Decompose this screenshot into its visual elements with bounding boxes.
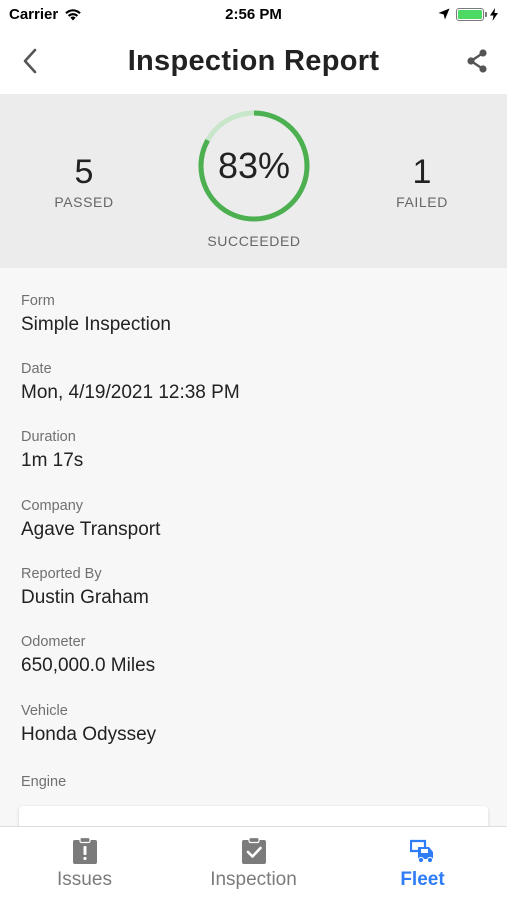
succeeded-label: SUCCEEDED: [207, 233, 301, 249]
field-duration: Duration 1m 17s: [21, 428, 481, 474]
field-value: Dustin Graham: [21, 587, 149, 608]
failed-count: 1: [412, 153, 432, 191]
success-percent: 83%: [217, 145, 291, 186]
field-value: Simple Inspection: [21, 314, 171, 335]
status-bar: Carrier 2:56 PM: [0, 0, 507, 28]
field-value: Agave Transport: [21, 519, 161, 540]
tab-issues[interactable]: Issues: [0, 827, 169, 900]
failed-label: FAILED: [396, 194, 448, 210]
charging-bolt-icon: [490, 7, 498, 21]
chevron-left-icon: [23, 48, 37, 74]
passed-stat: 5 PASSED: [14, 152, 154, 210]
tab-inspection[interactable]: Inspection: [169, 827, 338, 900]
field-reported-by: Reported By Dustin Graham: [21, 565, 481, 611]
engine-card[interactable]: [19, 806, 488, 826]
field-value: Mon, 4/19/2021 12:38 PM: [21, 382, 240, 403]
field-label: Vehicle: [21, 703, 68, 719]
clipboard-check-icon: [242, 837, 266, 864]
report-details[interactable]: Form Simple Inspection Date Mon, 4/19/20…: [0, 268, 507, 826]
tab-label: Issues: [57, 869, 112, 890]
tab-bar: Issues Inspection Fleet: [0, 826, 507, 900]
share-icon: [467, 49, 487, 73]
status-right: [438, 7, 498, 21]
field-odometer: Odometer 650,000.0 Miles: [21, 633, 481, 679]
battery-fill: [458, 9, 482, 19]
failed-stat: 1 FAILED: [352, 152, 492, 210]
fleet-icon: [410, 839, 434, 864]
tab-label: Inspection: [210, 869, 297, 890]
field-form: Form Simple Inspection: [21, 292, 481, 338]
page-title: Inspection Report: [127, 44, 380, 77]
tab-label: Fleet: [400, 869, 445, 890]
field-vehicle: Vehicle Honda Odyssey: [21, 702, 481, 748]
field-label: Engine: [21, 774, 67, 790]
field-engine: Engine: [21, 773, 481, 791]
tab-fleet[interactable]: Fleet: [338, 827, 507, 900]
passed-count: 5: [74, 153, 94, 191]
field-label: Duration: [21, 429, 76, 445]
nav-bar: Inspection Report: [0, 28, 507, 94]
field-company: Company Agave Transport: [21, 497, 481, 543]
back-button[interactable]: [16, 46, 44, 76]
field-label: Form: [21, 293, 55, 309]
field-label: Odometer: [21, 634, 86, 650]
battery-icon: [456, 7, 487, 21]
inspection-summary: 5 PASSED 83% SUCCEEDED 1 FAILED: [0, 94, 507, 268]
field-value: Honda Odyssey: [21, 724, 157, 745]
field-date: Date Mon, 4/19/2021 12:38 PM: [21, 360, 481, 406]
passed-label: PASSED: [54, 194, 114, 210]
status-left: Carrier: [9, 6, 82, 23]
location-arrow-icon: [438, 8, 450, 20]
field-label: Reported By: [21, 566, 102, 582]
carrier-label: Carrier: [9, 5, 59, 23]
field-label: Company: [21, 498, 84, 514]
share-button[interactable]: [463, 46, 491, 76]
field-value: 650,000.0 Miles: [21, 655, 156, 676]
wifi-icon: [65, 8, 82, 20]
field-value: 1m 17s: [21, 450, 84, 471]
field-label: Date: [21, 361, 52, 377]
clipboard-alert-icon: [73, 837, 97, 864]
